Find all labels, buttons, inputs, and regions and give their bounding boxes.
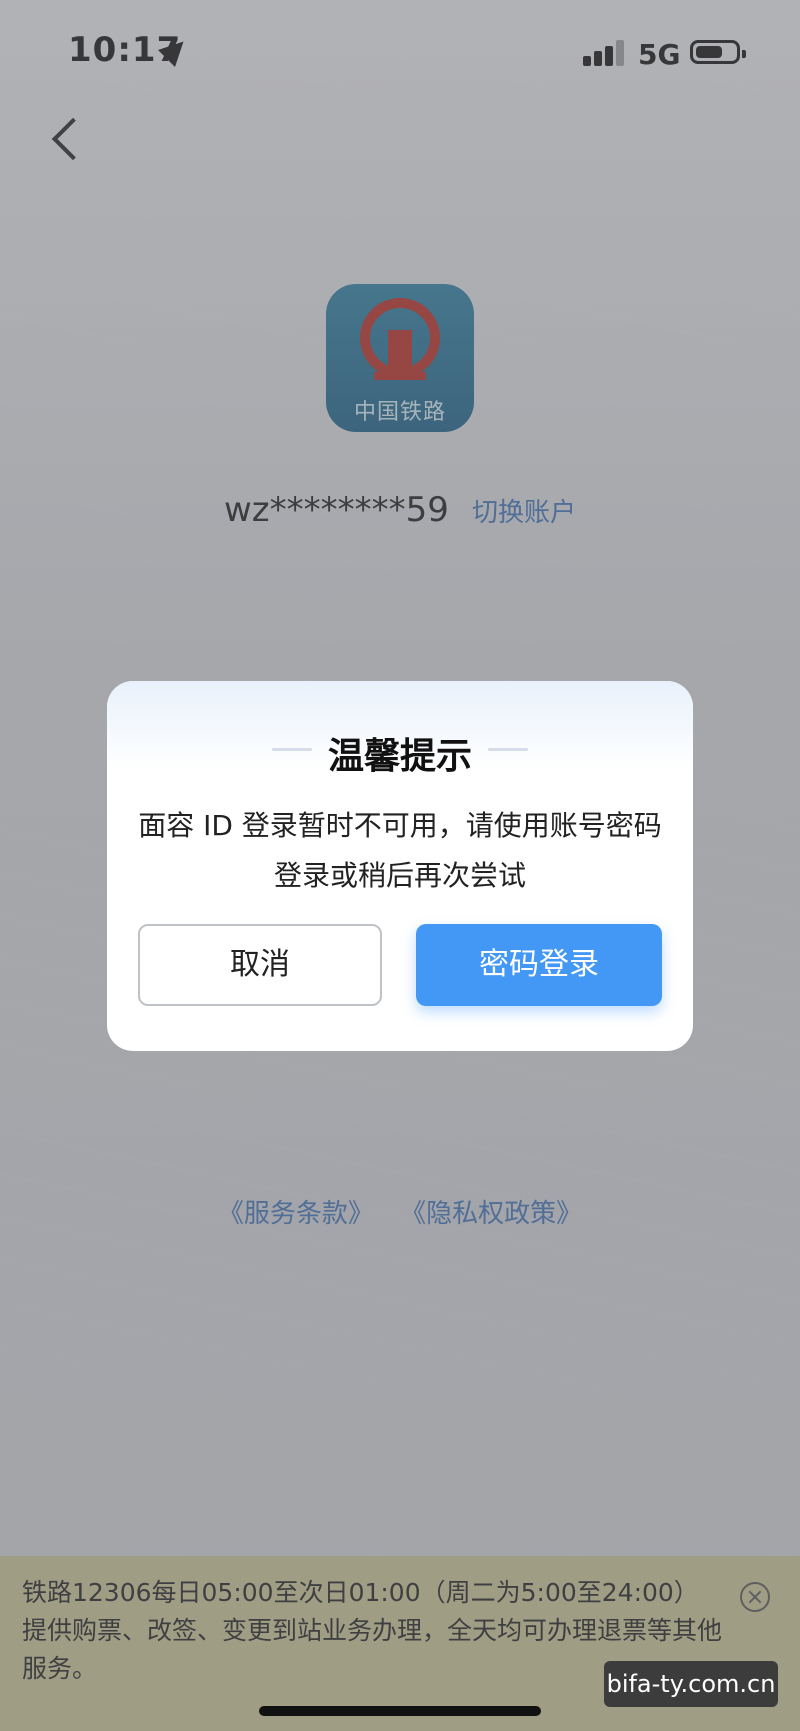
dialog-message: 面容 ID 登录暂时不可用，请使用账号密码登录或稍后再次尝试 <box>138 809 662 892</box>
home-indicator[interactable] <box>259 1706 541 1716</box>
cancel-button[interactable]: 取消 <box>138 924 382 1006</box>
alert-dialog: 温馨提示 面容 ID 登录暂时不可用，请使用账号密码登录或稍后再次尝试 取消 密… <box>107 681 693 1051</box>
dialog-title: 温馨提示 <box>327 736 472 777</box>
watermark: bifa-ty.com.cn <box>604 1661 778 1707</box>
password-login-button[interactable]: 密码登录 <box>416 924 662 1006</box>
